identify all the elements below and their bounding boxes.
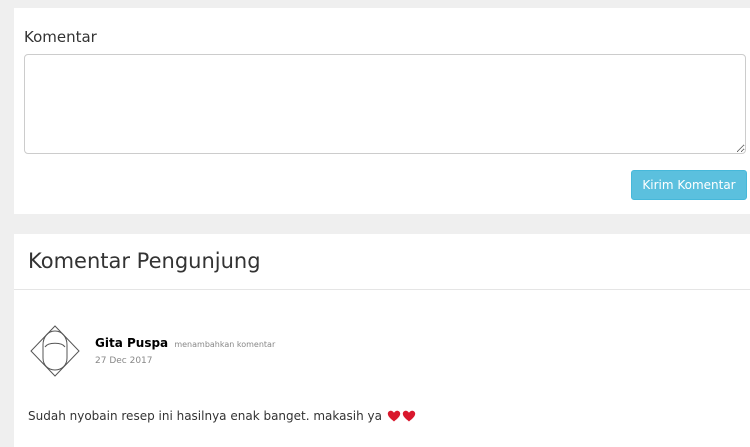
comment-date: 27 Dec 2017: [95, 356, 153, 366]
heart-icon: [387, 410, 400, 422]
commenter-name: Gita Puspa: [95, 336, 169, 350]
comment-text: Sudah nyobain resep ini hasilnya enak ba…: [28, 409, 382, 423]
divider: [14, 289, 750, 290]
comment-textarea[interactable]: [24, 54, 746, 154]
commenter-info: Gita Puspa menambahkan komentar: [95, 336, 275, 350]
comment-form-label: Komentar: [24, 28, 97, 46]
heart-icon: [402, 410, 415, 422]
commenter-action: menambahkan komentar: [174, 340, 276, 349]
submit-comment-button[interactable]: Kirim Komentar: [631, 170, 747, 200]
comment-body: Sudah nyobain resep ini hasilnya enak ba…: [28, 409, 416, 423]
comment-form: Komentar Kirim Komentar: [14, 8, 750, 214]
page: Komentar Kirim Komentar Komentar Pengunj…: [0, 0, 750, 447]
comments-section-title: Komentar Pengunjung: [28, 249, 261, 273]
avatar-icon: [30, 325, 80, 377]
comments-section: Komentar Pengunjung Gita Puspa menambahk…: [14, 234, 750, 447]
